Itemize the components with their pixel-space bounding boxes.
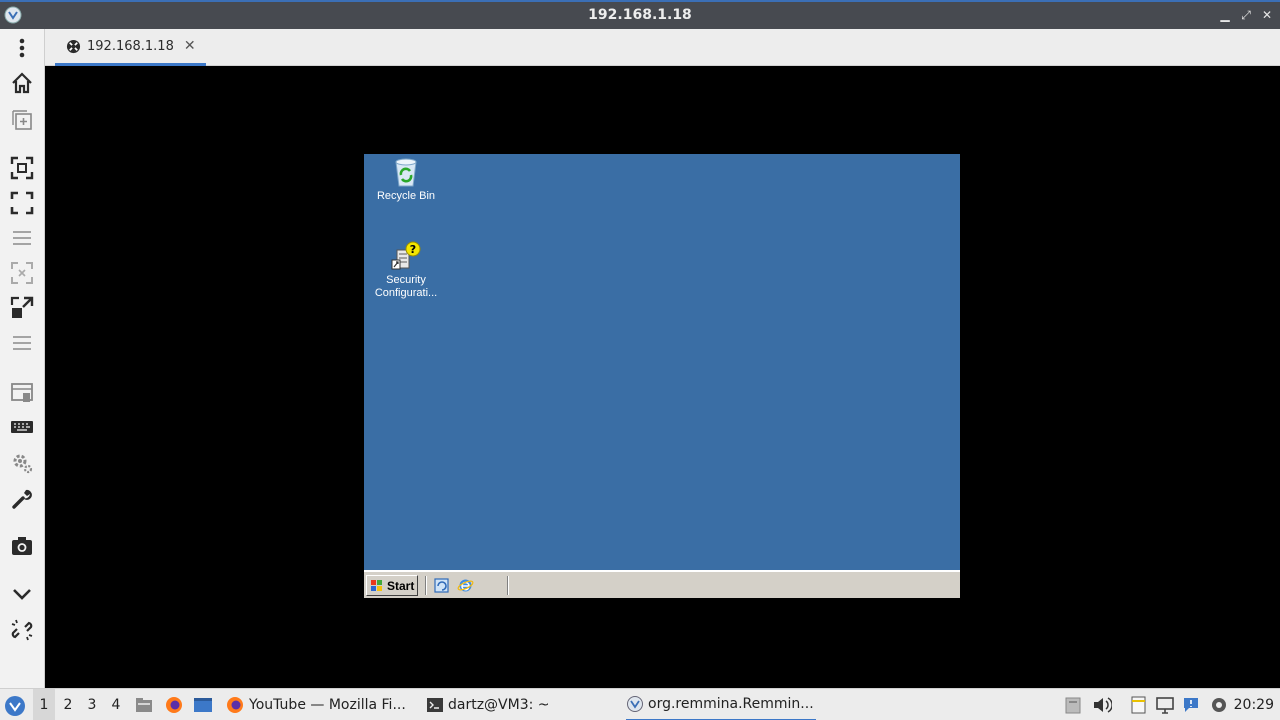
preferences-icon[interactable] xyxy=(8,449,36,477)
remote-desktop[interactable]: Recycle Bin ? Security Configurati... St… xyxy=(364,154,960,598)
tab-label: 192.168.1.18 xyxy=(87,38,174,54)
dynamic-resolution-icon[interactable] xyxy=(8,259,36,287)
quicklaunch-separator xyxy=(425,576,427,595)
task-firefox[interactable]: YouTube — Mozilla Fi... xyxy=(225,689,406,720)
workspace-3[interactable]: 3 xyxy=(81,689,103,720)
task-label: dartz@VM3: ~ xyxy=(448,697,550,713)
connection-icon xyxy=(66,39,81,53)
task-remmina[interactable]: org.remmina.Remmin... xyxy=(626,689,816,720)
security-config-label-2: Configurati... xyxy=(374,287,438,299)
task-terminal[interactable]: dartz@VM3: ~ xyxy=(426,689,550,720)
tools-icon[interactable] xyxy=(8,484,36,512)
minimize-toolbar-icon[interactable] xyxy=(8,580,36,608)
multi-monitor-icon[interactable] xyxy=(8,379,36,407)
close-icon[interactable]: ✕ xyxy=(1258,6,1276,24)
volume-icon[interactable] xyxy=(1092,695,1112,715)
task-label: YouTube — Mozilla Fi... xyxy=(249,697,406,713)
home-icon[interactable] xyxy=(8,69,36,97)
workspace-2[interactable]: 2 xyxy=(57,689,79,720)
desktop-panel: 1 2 3 4 YouTube — Mozilla Fi... dartz@VM… xyxy=(0,688,1280,720)
settings-icon[interactable] xyxy=(1209,695,1229,715)
notification-icon[interactable] xyxy=(1181,695,1201,715)
remote-taskbar: Start xyxy=(364,570,960,598)
remmina-icon xyxy=(627,696,643,712)
minimize-icon[interactable]: ▁ xyxy=(1216,6,1234,24)
disconnect-icon[interactable] xyxy=(8,616,36,644)
fullscreen-icon[interactable] xyxy=(8,189,36,217)
firefox-icon[interactable] xyxy=(164,695,184,715)
start-label: Start xyxy=(387,578,415,593)
recycle-bin-icon xyxy=(395,158,417,187)
workspace-1[interactable]: 1 xyxy=(33,689,55,720)
clock[interactable]: 20:29 xyxy=(1234,689,1274,720)
svg-text:?: ? xyxy=(410,243,416,256)
quicklaunch-separator xyxy=(507,576,509,595)
start-menu-icon[interactable] xyxy=(4,695,26,717)
task-label: org.remmina.Remmin... xyxy=(648,696,814,712)
keyboard-icon[interactable] xyxy=(8,413,36,441)
scale-icon[interactable] xyxy=(8,294,36,322)
tab-close-icon[interactable]: ✕ xyxy=(184,38,196,54)
security-config-label-1: Security xyxy=(386,274,426,286)
recycle-bin-label: Recycle Bin xyxy=(376,190,436,202)
recycle-bin-shortcut[interactable]: Recycle Bin xyxy=(364,156,448,203)
windows-flag-icon xyxy=(371,579,382,591)
separator-lines-icon xyxy=(8,224,36,252)
notes-icon[interactable] xyxy=(1129,695,1149,715)
terminal-icon xyxy=(427,698,443,712)
internet-explorer-icon[interactable] xyxy=(457,577,474,594)
new-connection-icon[interactable] xyxy=(8,106,36,134)
remmina-toolbar xyxy=(0,29,45,688)
tab-connection[interactable]: 192.168.1.18 ✕ xyxy=(55,29,206,66)
window-title: 192.168.1.18 xyxy=(588,7,692,23)
display-icon[interactable] xyxy=(1155,695,1175,715)
workspace-4[interactable]: 4 xyxy=(105,689,127,720)
clipboard-icon[interactable] xyxy=(1063,695,1083,715)
screenshot-icon[interactable] xyxy=(8,532,36,560)
server-manager-icon[interactable] xyxy=(433,577,450,594)
tab-bar: 192.168.1.18 ✕ xyxy=(45,29,1280,66)
security-config-shortcut[interactable]: ? Security Configurati... xyxy=(364,240,448,300)
menu-icon[interactable] xyxy=(8,34,36,62)
fit-window-icon[interactable] xyxy=(8,154,36,182)
window-titlebar: 192.168.1.18 ▁ ⤢ ✕ xyxy=(0,0,1280,29)
security-config-icon: ? xyxy=(391,241,421,270)
start-button[interactable]: Start xyxy=(366,575,418,596)
file-manager-icon[interactable] xyxy=(134,695,154,715)
separator-lines-icon xyxy=(8,329,36,357)
maximize-icon[interactable]: ⤢ xyxy=(1237,6,1255,24)
firefox-icon xyxy=(227,697,243,713)
desktop-icon[interactable] xyxy=(193,695,213,715)
